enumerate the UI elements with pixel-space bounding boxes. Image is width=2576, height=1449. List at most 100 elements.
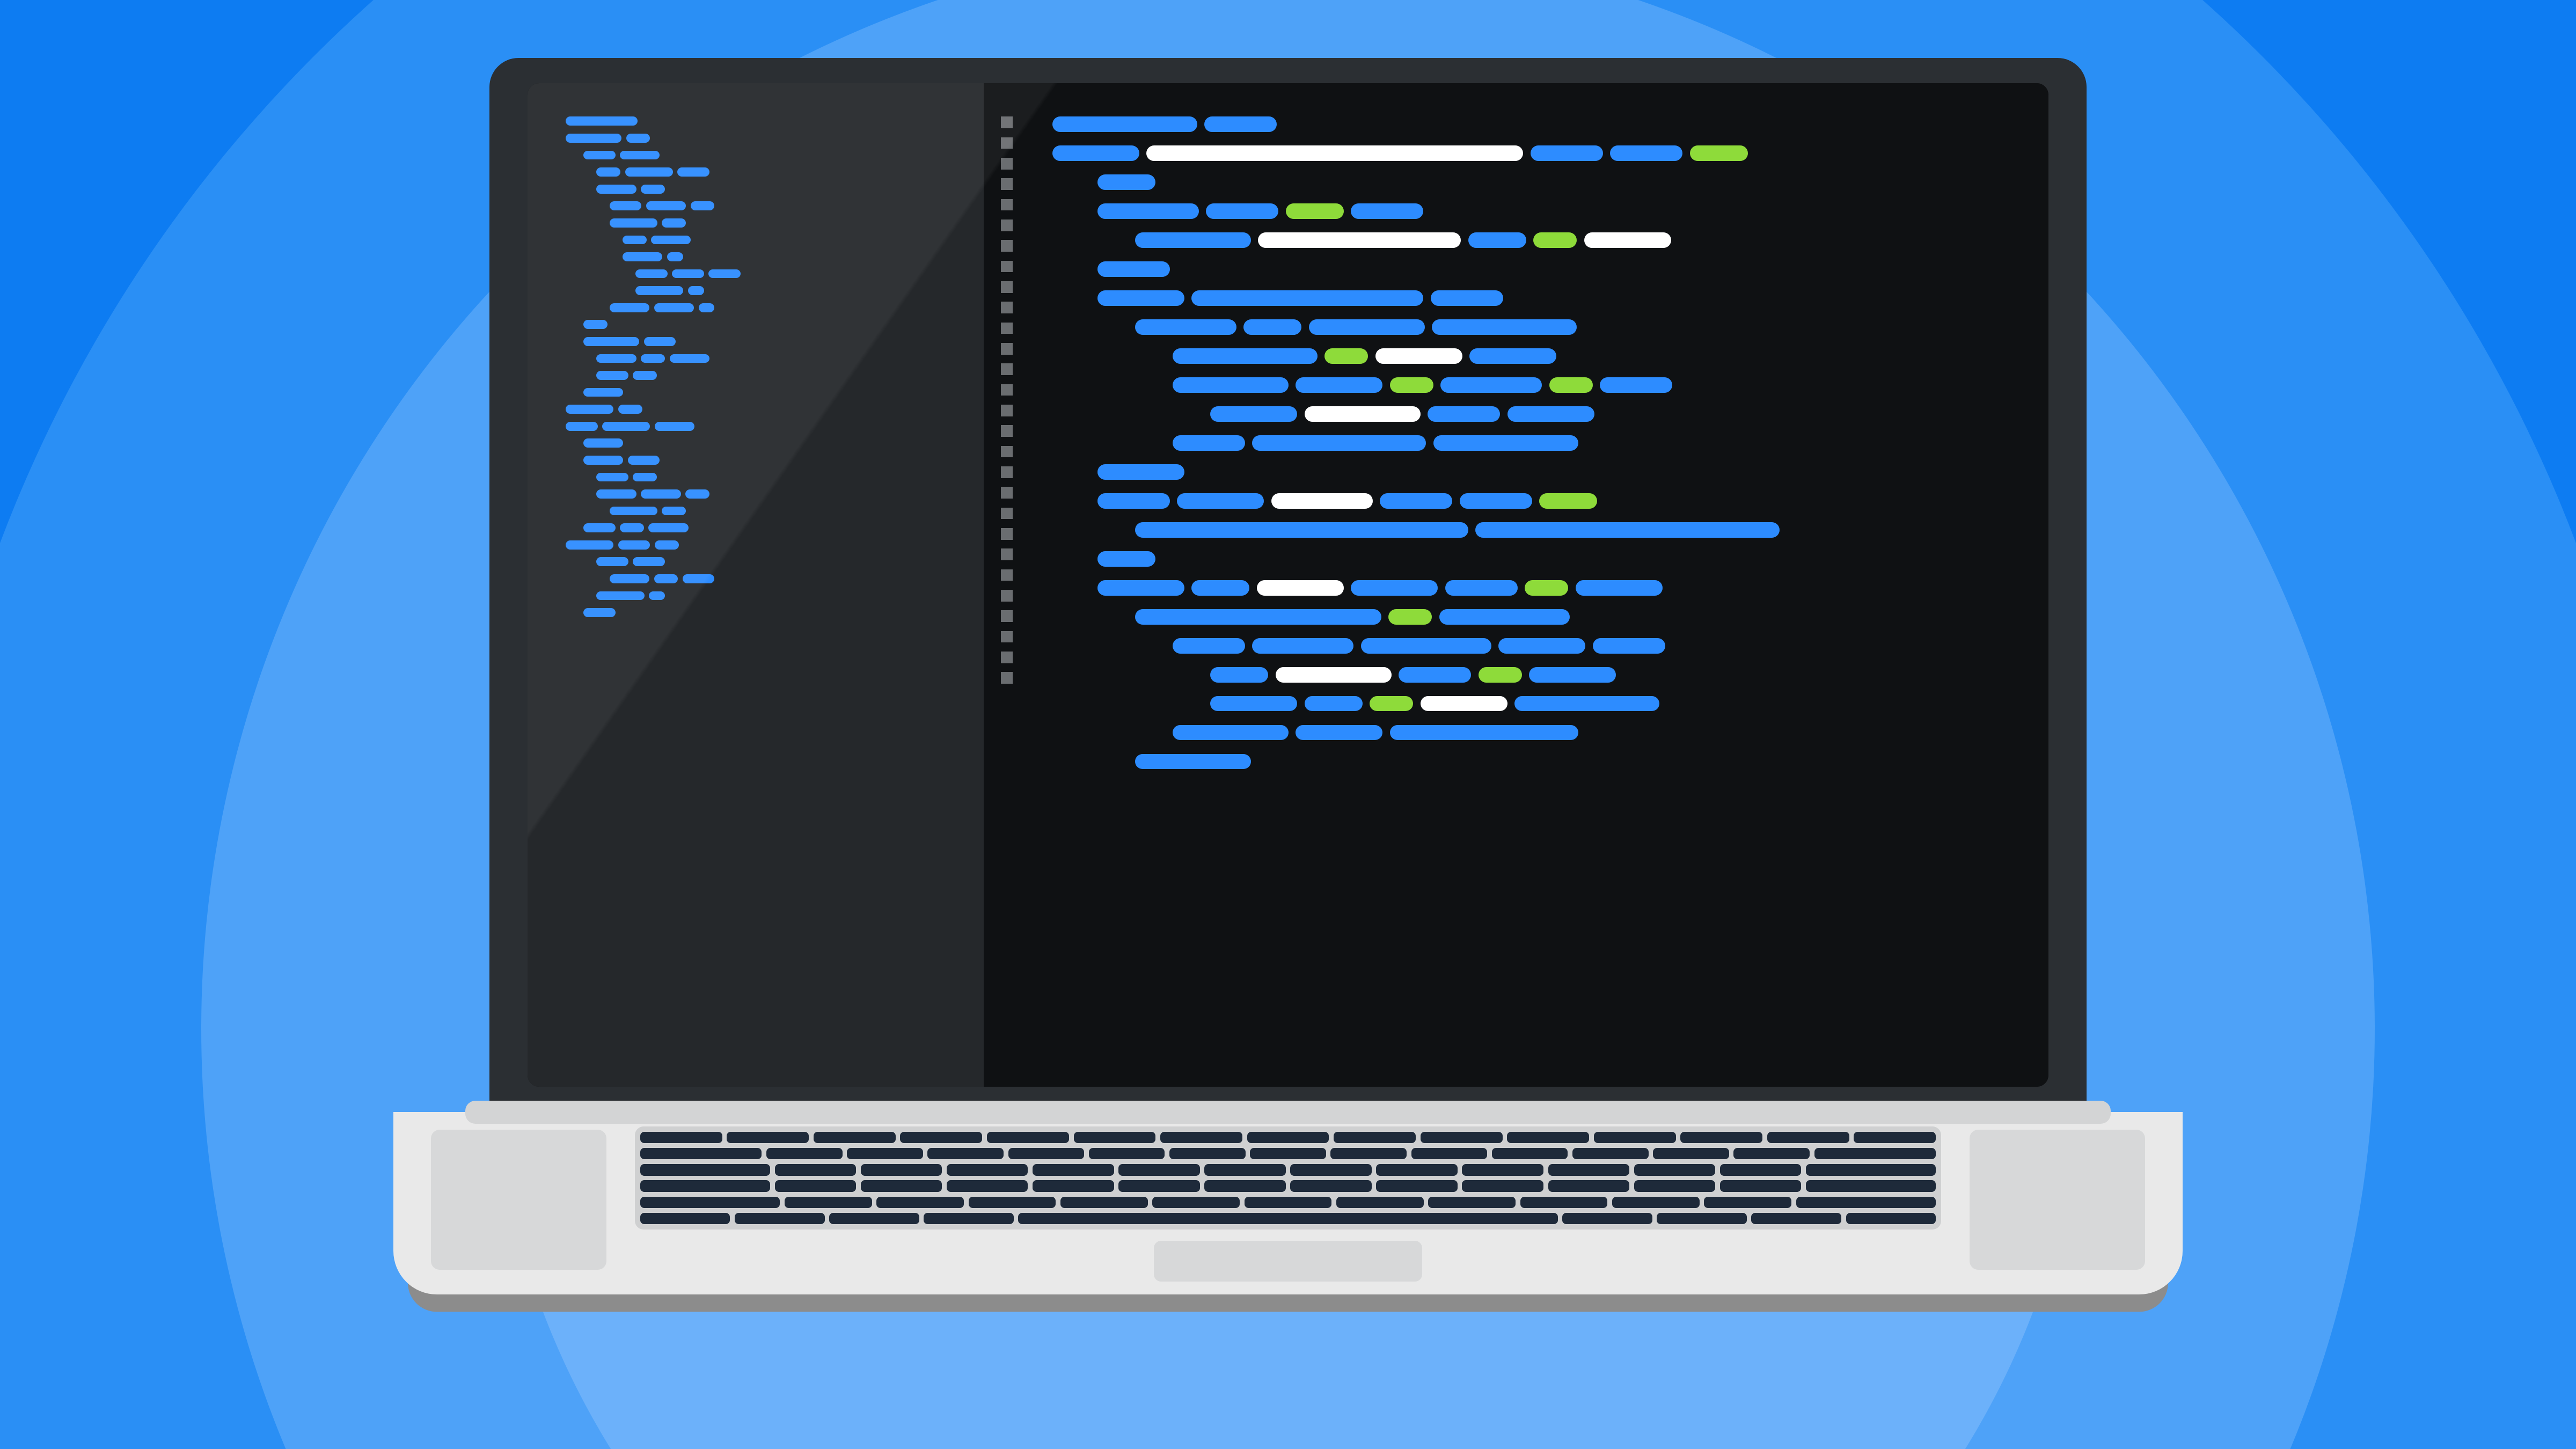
code-token (596, 591, 644, 601)
code-line (1052, 203, 2018, 218)
key (1152, 1197, 1240, 1209)
key (1421, 1132, 1503, 1144)
gutter-marker (1001, 219, 1013, 231)
keyboard-row (640, 1164, 1936, 1176)
code-token (583, 523, 615, 532)
code-line (566, 371, 953, 380)
key (1854, 1132, 1936, 1144)
key (924, 1213, 1014, 1225)
gutter-marker (1001, 240, 1013, 252)
code-token (583, 456, 623, 465)
code-token (1428, 406, 1500, 421)
code-token (566, 405, 613, 414)
code-token (610, 303, 649, 312)
code-token (1539, 493, 1597, 508)
key (1290, 1180, 1371, 1192)
code-line (566, 151, 953, 160)
palmrest-left (431, 1130, 606, 1270)
code-token (646, 201, 686, 210)
code-line (1052, 580, 2018, 595)
key (1008, 1148, 1085, 1160)
code-token (633, 371, 657, 380)
code-token (1431, 290, 1503, 305)
key (1767, 1132, 1849, 1144)
code-line (566, 286, 953, 295)
code-token (1533, 232, 1577, 247)
key (1462, 1180, 1543, 1192)
code-line (1052, 754, 2018, 769)
code-line (566, 574, 953, 583)
key (1169, 1148, 1246, 1160)
gutter-marker (1001, 590, 1013, 602)
key (1033, 1164, 1114, 1176)
keyboard-row (640, 1132, 1936, 1144)
laptop-deck (393, 1112, 2182, 1294)
key (927, 1148, 1004, 1160)
code-token (1529, 667, 1616, 682)
code-line (566, 557, 953, 566)
code-token (654, 303, 694, 312)
code-token (1097, 464, 1184, 479)
code-line (566, 473, 953, 482)
key (735, 1213, 825, 1225)
keyboard-row (640, 1148, 1936, 1160)
code-line (1052, 116, 2018, 131)
code-token (1399, 667, 1471, 682)
code-line (566, 540, 953, 550)
code-token (1097, 174, 1155, 189)
code-token (620, 523, 644, 532)
gutter-marker (1001, 199, 1013, 211)
code-token (672, 269, 704, 279)
gutter-marker (1001, 528, 1013, 540)
key (1572, 1148, 1649, 1160)
key (775, 1164, 856, 1176)
key (1074, 1132, 1156, 1144)
key (1428, 1197, 1516, 1209)
code-token (1258, 232, 1461, 247)
key (1814, 1148, 1936, 1160)
key (1612, 1197, 1700, 1209)
code-line (566, 218, 953, 228)
key (775, 1180, 856, 1192)
code-token (566, 540, 613, 550)
key (1562, 1213, 1652, 1225)
code-line (566, 456, 953, 465)
key (640, 1148, 762, 1160)
key (1680, 1132, 1762, 1144)
code-token (1610, 145, 1682, 160)
code-token (610, 218, 657, 228)
code-token (1305, 696, 1363, 711)
key (1204, 1164, 1285, 1176)
keyboard-row (640, 1180, 1936, 1192)
code-token (1468, 232, 1526, 247)
code-line (566, 320, 953, 329)
gutter-marker (1001, 508, 1013, 519)
code-token (1173, 435, 1245, 450)
code-token (1305, 406, 1421, 421)
code-token (670, 354, 709, 363)
key (1720, 1180, 1801, 1192)
key (1411, 1148, 1488, 1160)
code-token (1252, 638, 1353, 653)
code-token (1498, 638, 1585, 653)
key (1796, 1197, 1936, 1209)
key (766, 1148, 843, 1160)
key (947, 1180, 1028, 1192)
gutter-marker (1001, 384, 1013, 396)
code-line (566, 303, 953, 312)
code-token (1271, 493, 1373, 508)
key (1751, 1213, 1841, 1225)
code-token (1507, 406, 1594, 421)
key (640, 1164, 770, 1176)
code-token (1375, 348, 1462, 363)
code-line (566, 185, 953, 194)
code-token (596, 354, 636, 363)
code-token (1324, 348, 1368, 363)
key (814, 1132, 896, 1144)
code-token (1370, 696, 1413, 711)
code-token (1351, 203, 1423, 218)
key (1247, 1132, 1329, 1144)
code-token (662, 218, 686, 228)
code-token (1593, 638, 1665, 653)
gutter-marker (1001, 425, 1013, 437)
